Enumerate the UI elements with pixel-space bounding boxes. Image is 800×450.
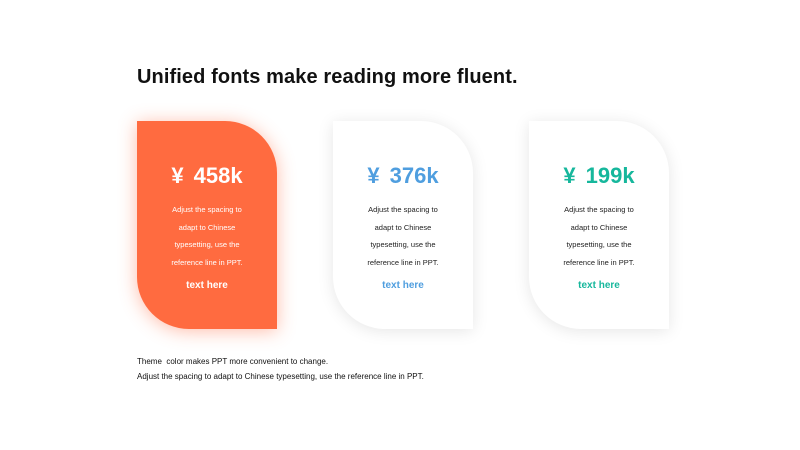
card-link[interactable]: text here [137, 280, 277, 291]
footer-line: Adjust the spacing to adapt to Chinese t… [137, 372, 424, 381]
description-line: typesetting, use the [566, 240, 632, 249]
price-card-3: ¥199k Adjust the spacing to adapt to Chi… [529, 121, 669, 329]
card-link[interactable]: text here [333, 280, 473, 291]
price-card-1: ¥458k Adjust the spacing to adapt to Chi… [137, 121, 277, 329]
description-line: reference line in PPT. [171, 257, 243, 267]
card-description: Adjust the spacing to adapt to Chinese t… [333, 201, 473, 271]
price-value: ¥458k [137, 163, 277, 189]
description-line: Adjust the spacing to [172, 205, 242, 214]
description-line: typesetting, use the [174, 240, 240, 249]
description-line: Adjust the spacing to [564, 205, 634, 214]
description-line: typesetting, use the [370, 240, 436, 249]
description-line: adapt to Chinese [374, 222, 432, 232]
price-amount: 458k [193, 163, 243, 188]
price-value: ¥376k [333, 163, 473, 189]
slide-title: Unified fonts make reading more fluent. [137, 66, 518, 88]
price-amount: 199k [585, 163, 635, 188]
description-line: reference line in PPT. [563, 257, 635, 267]
footer-line: Theme color makes PPT more convenient to… [137, 357, 329, 366]
yen-symbol: ¥ [367, 163, 380, 188]
price-value: ¥199k [529, 163, 669, 189]
yen-symbol: ¥ [563, 163, 576, 188]
description-line: adapt to Chinese [570, 222, 628, 232]
description-line: Adjust the spacing to [368, 205, 438, 214]
footer-notes: Theme color makes PPT more convenient to… [137, 354, 424, 384]
card-link[interactable]: text here [529, 280, 669, 291]
description-line: reference line in PPT. [367, 257, 439, 267]
price-card-2: ¥376k Adjust the spacing to adapt to Chi… [333, 121, 473, 329]
price-amount: 376k [389, 163, 439, 188]
description-line: adapt to Chinese [178, 222, 236, 232]
card-description: Adjust the spacing to adapt to Chinese t… [137, 201, 277, 271]
card-description: Adjust the spacing to adapt to Chinese t… [529, 201, 669, 271]
yen-symbol: ¥ [171, 163, 184, 188]
